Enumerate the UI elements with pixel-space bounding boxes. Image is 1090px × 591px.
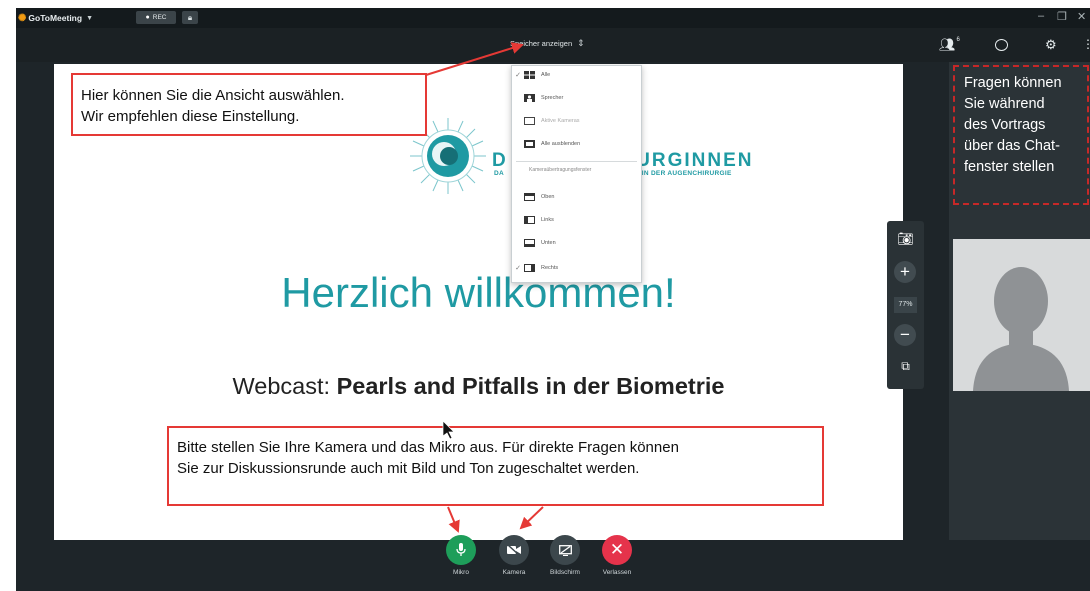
close-window-button[interactable]: ✕ [1077, 10, 1086, 23]
view-hint-callout: Hier können Sie die Ansicht auswählen. W… [71, 73, 427, 136]
screen-share-label: Bildschirm [550, 569, 580, 576]
chat-icon[interactable] [995, 39, 1008, 51]
menu-item-top[interactable]: Oben [512, 190, 641, 204]
presentation-slide: D CHIRURGINNEN DA EN IN DER AUGENCHIRURGIE… [54, 64, 903, 540]
layout-right-icon [524, 264, 535, 272]
plus-icon: + [900, 262, 910, 281]
menu-item-active-cameras: Aktive Kameras [512, 114, 641, 128]
popout-icon[interactable]: ⧉ [887, 359, 924, 374]
maximize-button[interactable]: ❐ [1057, 10, 1067, 23]
checkmark-icon: ✓ [515, 72, 521, 79]
people-icon: 👥︎ [939, 37, 956, 52]
attendees-button[interactable]: 👥︎6 [939, 37, 960, 53]
more-menu-icon[interactable]: ⋮ [1082, 37, 1090, 51]
camera-button[interactable]: Kamera [491, 535, 537, 576]
menu-section-header: Kameraübertragungsfenster [529, 167, 592, 173]
slide-webcast-title: Webcast: Pearls and Pitfalls in der Biom… [232, 373, 725, 399]
speaker-icon [524, 94, 535, 102]
camera-frame-icon [524, 117, 535, 125]
lock-icon: 🔒︎ [187, 12, 193, 22]
hide-all-icon [524, 140, 535, 148]
snapshot-camera-icon[interactable]: 📷︎ [887, 231, 924, 247]
layout-left-icon [524, 216, 535, 224]
zoom-level: 77% [894, 297, 917, 313]
menu-item-bottom[interactable]: Unten [512, 236, 641, 250]
view-dropdown-menu: ✓ Alle Sprecher Aktive Kameras Alle ausb… [511, 65, 642, 283]
app-menu[interactable]: ✺ GoToMeeting ▼ [18, 11, 93, 25]
person-silhouette-icon [953, 239, 1090, 391]
title-bar: ✺ GoToMeeting ▼ ● REC 🔒︎ – ❐ ✕ [16, 8, 1090, 28]
menu-item-all[interactable]: ✓ Alle [512, 68, 641, 82]
minus-icon: − [900, 325, 910, 344]
gotomeeting-logo-icon: ✺ [18, 12, 27, 24]
slide-welcome-title: Herzlich willkommen! [281, 269, 676, 316]
checkmark-icon: ✓ [515, 265, 521, 272]
lock-meeting-button[interactable]: 🔒︎ [182, 11, 198, 24]
menu-item-hide-all[interactable]: Alle ausblenden [512, 137, 641, 151]
menu-separator [516, 161, 637, 162]
zoom-toolbar: 📷︎ + 77% − ⧉ [887, 221, 924, 389]
layout-top-icon [524, 193, 535, 201]
leave-label: Verlassen [602, 569, 632, 576]
camera-off-icon [499, 535, 529, 565]
layout-bottom-icon [524, 239, 535, 247]
menu-item-speaker[interactable]: Sprecher [512, 91, 641, 105]
settings-gear-icon[interactable]: ⚙ [1045, 37, 1057, 53]
mic-button[interactable]: Mikro [438, 535, 484, 576]
menu-item-left[interactable]: Links [512, 213, 641, 227]
minimize-button[interactable]: – [1038, 10, 1044, 22]
view-selector-label: Speicher anzeigen [510, 39, 573, 48]
record-label: REC [152, 14, 167, 21]
mic-camera-hint-callout: Bitte stellen Sie Ihre Kamera und das Mi… [167, 426, 824, 506]
participant-avatar[interactable] [953, 239, 1090, 391]
camera-label: Kamera [502, 569, 526, 576]
mic-label: Mikro [453, 569, 469, 576]
grid-icon [524, 71, 535, 79]
record-button[interactable]: ● REC [136, 11, 176, 24]
chevron-down-icon: ▼ [86, 14, 93, 22]
header-bar: Speicher anzeigen ⇕ 👥︎6 ⚙ ⋮ [16, 28, 1090, 62]
view-selector[interactable]: Speicher anzeigen ⇕ [510, 38, 585, 49]
chevron-updown-icon: ⇕ [577, 38, 585, 48]
meeting-window: ✺ GoToMeeting ▼ ● REC 🔒︎ – ❐ ✕ Speicher … [16, 8, 1090, 591]
app-name: GoToMeeting [28, 13, 83, 23]
screen-share-button[interactable]: Bildschirm [542, 535, 588, 576]
zoom-out-button[interactable]: − [894, 324, 916, 346]
right-camera-panel: Fragen können Sie während des Vortrags ü… [949, 62, 1090, 540]
close-icon: ✕ [602, 535, 632, 565]
screen-share-icon [550, 535, 580, 565]
attendee-count: 6 [956, 37, 960, 43]
leave-button[interactable]: ✕ Verlassen [594, 535, 640, 576]
record-dot-icon: ● [145, 14, 150, 21]
chat-hint-callout: Fragen können Sie während des Vortrags ü… [953, 65, 1089, 205]
microphone-icon [446, 535, 476, 565]
menu-item-right[interactable]: ✓ Rechts [512, 261, 641, 275]
zoom-in-button[interactable]: + [894, 261, 916, 283]
